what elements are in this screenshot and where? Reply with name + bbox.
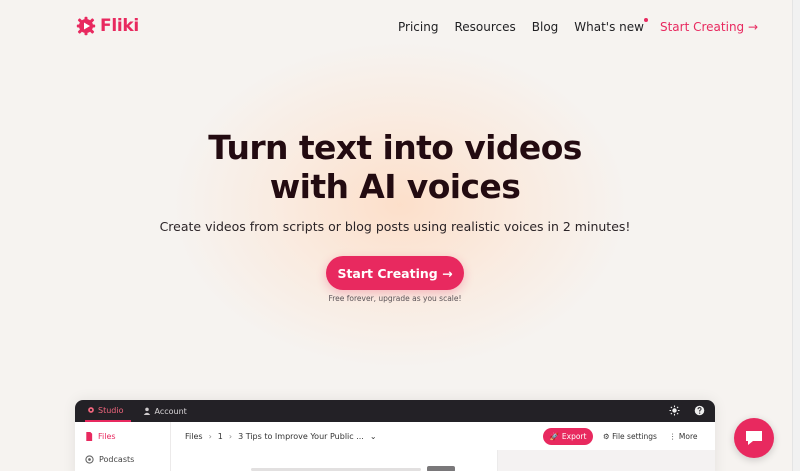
nav-start-creating-link[interactable]: Start Creating → [660,20,758,34]
right-panel [497,450,715,471]
chevron-right-icon: › [228,432,233,441]
nav-blog[interactable]: Blog [532,20,559,34]
hero-subtitle: Create videos from scripts or blog posts… [159,219,631,234]
nav-resources[interactable]: Resources [454,20,515,34]
chat-button[interactable] [734,418,774,458]
gear-play-icon [76,16,96,36]
user-icon [144,407,151,415]
more-vertical-icon: ⋮ [669,432,677,441]
file-settings-button[interactable]: ⚙ File settings [603,432,657,441]
sidebar-item-files[interactable]: Files [85,432,160,441]
chat-icon [746,431,762,445]
editor-timeline-handle[interactable] [427,466,455,471]
more-label: More [678,432,698,441]
app-preview: Studio Account Files Podcasts Files › 1 … [75,400,715,471]
chevron-right-icon: › [208,432,212,441]
app-top-bar: Studio Account [75,400,715,422]
breadcrumb-folder[interactable]: 1 [218,432,223,441]
app-body: Files Podcasts Files › 1 › 3 Tips to Imp… [75,422,715,471]
sidebar-item-podcasts[interactable]: Podcasts [85,455,160,464]
file-settings-label: File settings [612,432,657,441]
hero-headline-line-2: with AI voices [269,167,521,206]
app-sidebar: Files Podcasts [75,422,171,471]
export-label: Export [561,432,587,441]
page-scrollbar[interactable] [792,0,800,471]
hero-headline-line-1: Turn text into videos [208,128,582,167]
breadcrumb: Files › 1 › 3 Tips to Improve Your Publi… [185,432,377,441]
fliki-logo[interactable]: Fliki [76,16,139,36]
file-icon [86,432,93,441]
gear-icon: ⚙ [603,432,610,441]
more-button[interactable]: ⋮ More [669,432,697,441]
app-top-icons [669,405,705,416]
sidebar-item-podcasts-label: Podcasts [99,455,135,464]
gear-icon [88,407,94,413]
top-nav: Pricing Resources Blog What's new Start … [398,18,758,34]
help-icon[interactable] [694,405,705,416]
tab-account-label: Account [154,406,187,416]
sun-icon[interactable] [669,405,680,416]
breadcrumb-files[interactable]: Files [185,432,203,441]
free-forever-note: Free forever, upgrade as you scale! [328,294,462,303]
sidebar-item-files-label: Files [98,432,116,441]
nav-whats-new[interactable]: What's new [574,18,648,34]
brand-name: Fliki [100,16,139,36]
export-button[interactable]: 🚀 Export [543,428,593,445]
start-creating-button[interactable]: Start Creating → [326,256,464,290]
podcast-icon [85,455,94,464]
hero-headline: Turn text into videos with AI voices [0,128,790,206]
nav-pricing[interactable]: Pricing [398,20,438,34]
rocket-icon: 🚀 [549,432,559,441]
tab-studio[interactable]: Studio [85,400,132,422]
tab-account[interactable]: Account [141,400,194,422]
breadcrumb-file-title[interactable]: 3 Tips to Improve Your Public ... [238,432,364,441]
chevron-down-icon[interactable]: ⌄ [370,432,377,441]
app-main: Files › 1 › 3 Tips to Improve Your Publi… [171,422,715,471]
tab-studio-label: Studio [98,405,124,415]
